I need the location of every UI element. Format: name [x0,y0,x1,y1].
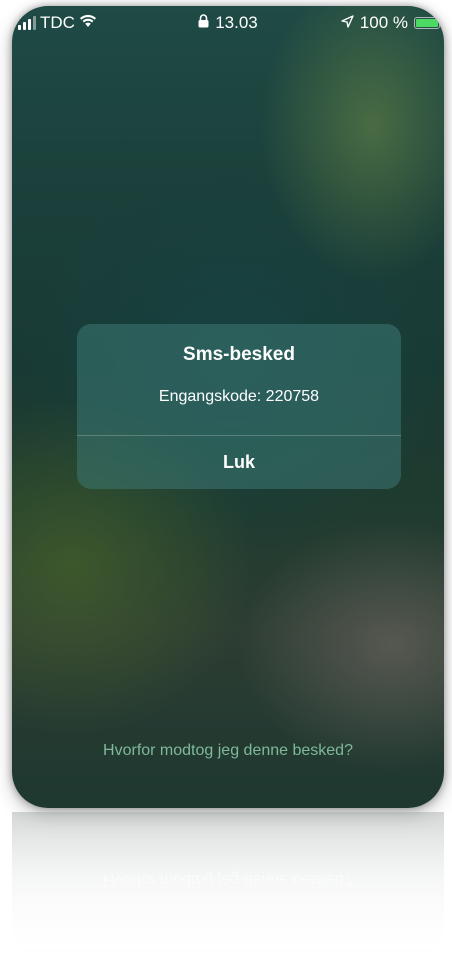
location-icon [341,13,354,33]
reflection-help-link: Hvorfor modtog jeg denne besked? [103,871,353,888]
alert-title: Sms-besked [183,344,295,365]
status-bar-right: 100 % [341,13,443,33]
status-bar: TDC 13.03 100 % [12,6,444,38]
screenshot-stage: TDC 13.03 100 % Sms-besked Engangskode: … [0,0,452,965]
battery-level-fill [416,19,438,27]
battery-percentage: 100 % [359,13,408,32]
lock-icon [198,13,209,33]
phone-reflection: Hvorfor modtog jeg denne besked? [12,812,444,962]
sms-alert-dialog: Sms-besked Engangskode: 220758 Luk [77,324,401,489]
phone-screen: TDC 13.03 100 % Sms-besked Engangskode: … [12,6,444,808]
close-button[interactable]: Luk [77,436,401,489]
why-received-link[interactable]: Hvorfor modtog jeg denne besked? [12,742,444,760]
alert-message: Engangskode: 220758 [158,388,320,405]
clock-time: 13.03 [215,13,258,32]
battery-cap [441,21,443,26]
battery-icon [414,17,443,29]
